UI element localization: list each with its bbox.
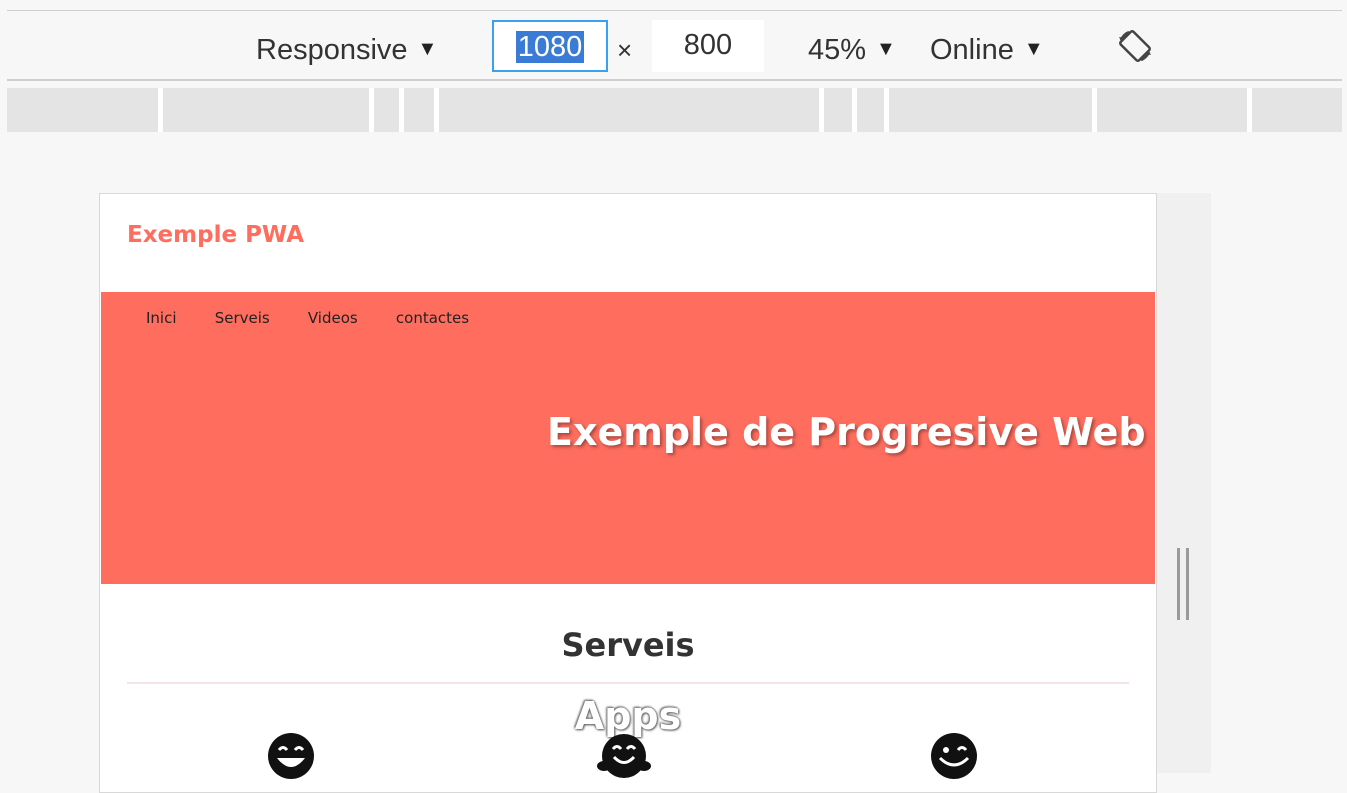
hero-title: Exemple de Progresive Web — [547, 410, 1146, 454]
media-query-divider — [399, 88, 404, 132]
chevron-down-icon: ▼ — [417, 38, 438, 60]
nav-link-videos[interactable]: Videos — [308, 309, 358, 327]
media-query-divider — [434, 88, 439, 132]
network-select-label: Online — [930, 34, 1014, 66]
nav-link-contactes[interactable]: contactes — [396, 309, 469, 327]
zoom-select[interactable]: 45% ▼ — [808, 31, 896, 68]
media-query-divider — [852, 88, 857, 132]
media-query-divider — [1092, 88, 1097, 132]
device-select-label: Responsive — [256, 34, 408, 66]
resize-grip-line — [1186, 548, 1189, 620]
device-toolbar: Responsive ▼ 1080 × 800 45% ▼ Online ▼ — [7, 10, 1342, 81]
site-brand[interactable]: Exemple PWA — [127, 222, 304, 248]
chevron-down-icon: ▼ — [876, 38, 896, 60]
winking-face-icon — [931, 733, 977, 779]
device-viewport: Exemple PWA Inici Serveis Videos contact… — [99, 193, 1157, 793]
media-query-divider — [884, 88, 889, 132]
width-value: 1080 — [515, 31, 585, 63]
media-query-divider — [1247, 88, 1252, 132]
site-nav: Inici Serveis Videos contactes — [146, 309, 503, 327]
media-query-divider — [819, 88, 824, 132]
chevron-down-icon: ▼ — [1023, 38, 1044, 60]
network-throttle-select[interactable]: Online ▼ — [930, 31, 1044, 68]
media-query-divider — [369, 88, 374, 132]
rotate-icon[interactable] — [1115, 26, 1155, 66]
section-title: Serveis — [561, 626, 695, 664]
times-icon: × — [617, 35, 633, 65]
zoom-select-label: 45% — [808, 34, 867, 66]
viewport-gutter — [1157, 193, 1211, 773]
hugging-face-icon — [597, 734, 651, 778]
resize-handle[interactable] — [1175, 548, 1191, 620]
media-query-divider — [158, 88, 163, 132]
grinning-face-icon — [268, 733, 314, 779]
nav-link-serveis[interactable]: Serveis — [215, 309, 270, 327]
section-divider — [127, 682, 1129, 684]
height-input[interactable]: 800 — [652, 20, 764, 72]
media-query-bar[interactable] — [7, 88, 1342, 132]
nav-link-inici[interactable]: Inici — [146, 309, 177, 327]
height-value: 800 — [683, 29, 733, 61]
resize-grip-line — [1177, 548, 1180, 620]
width-input[interactable]: 1080 — [492, 20, 608, 72]
device-select[interactable]: Responsive ▼ — [256, 31, 437, 68]
hero-banner: Inici Serveis Videos contactes Exemple d… — [101, 292, 1155, 584]
